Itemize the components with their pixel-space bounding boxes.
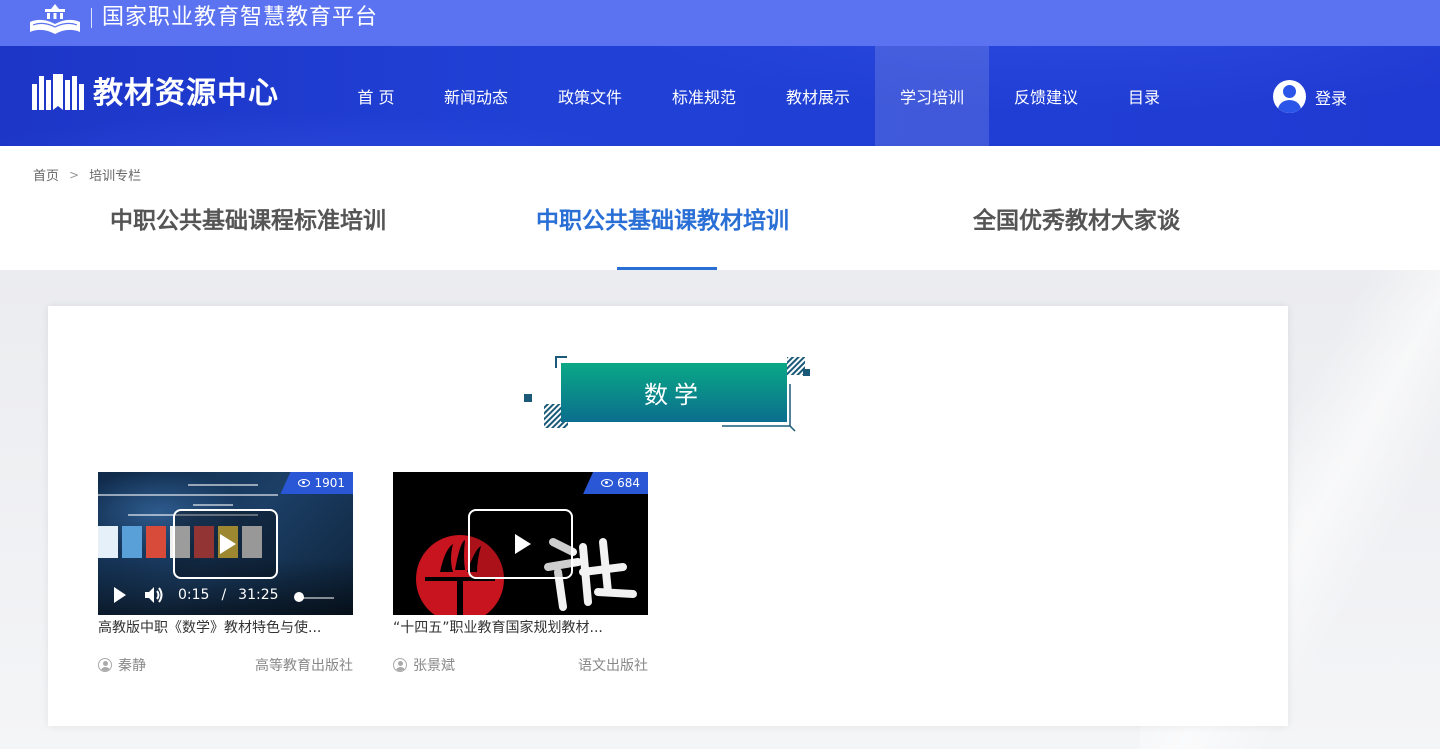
nav-item-policy[interactable]: 政策文件 (544, 46, 636, 146)
eye-icon (601, 479, 614, 487)
thumb-text-line (98, 494, 278, 496)
current-time: 0:15 (178, 587, 210, 603)
tab-excellent-textbooks[interactable]: 全国优秀教材大家谈 (973, 201, 1180, 235)
nav-item-textbooks[interactable]: 教材展示 (772, 46, 864, 146)
duration: 31:25 (238, 587, 279, 603)
book-logo-icon[interactable] (30, 70, 86, 114)
login-label: 登录 (1315, 88, 1348, 108)
breadcrumb: 首页 > 培训专栏 (33, 165, 142, 185)
play-button[interactable] (173, 509, 278, 579)
platform-bar: 国家职业教育智慧教育平台 (0, 0, 1440, 46)
platform-title: 国家职业教育智慧教育平台 (102, 5, 379, 30)
nav-item-catalog[interactable]: 目录 (1110, 46, 1178, 146)
video-author: 张景斌 (393, 655, 455, 675)
video-card: 1901 0:15 / 31:25 高教版中职《数学》教材特色与使... 秦静 … (98, 472, 353, 675)
nav-item-home[interactable]: 首 页 (340, 46, 412, 146)
video-meta: 秦静 高等教育出版社 (98, 655, 353, 675)
eye-icon (298, 479, 311, 487)
nav-item-news[interactable]: 新闻动态 (430, 46, 522, 146)
subject-title-badge: 数学 (561, 363, 787, 422)
nav-item-standards[interactable]: 标准规范 (658, 46, 750, 146)
video-publisher: 高等教育出版社 (255, 658, 353, 674)
breadcrumb-home[interactable]: 首页 (33, 165, 59, 184)
play-icon (514, 534, 531, 554)
breadcrumb-current: 培训专栏 (89, 169, 142, 184)
user-icon (393, 658, 407, 672)
view-count-badge: 1901 (280, 472, 353, 494)
view-count-badge: 684 (583, 472, 648, 494)
video-title[interactable]: “十四五”职业教育国家规划教材... (393, 619, 648, 637)
tab-textbook-training[interactable]: 中职公共基础课教材培训 (536, 201, 789, 235)
video-author: 秦静 (98, 655, 146, 675)
video-meta: 张景斌 语文出版社 (393, 655, 648, 675)
video-title[interactable]: 高教版中职《数学》教材特色与使... (98, 619, 353, 637)
author-name: 秦静 (118, 658, 146, 674)
thumb-text-line (193, 504, 233, 506)
control-play-icon[interactable] (114, 587, 126, 603)
thumb-text-line (188, 484, 258, 486)
video-card: 684 “十四五”职业教育国家规划教材... 张景斌 语文出版社 (393, 472, 648, 675)
volume-icon[interactable] (144, 586, 164, 604)
platform-divider (91, 8, 92, 28)
author-name: 张景斌 (413, 658, 455, 674)
view-count: 1901 (314, 476, 345, 490)
nav-item-feedback[interactable]: 反馈建议 (1000, 46, 1092, 146)
play-icon (219, 534, 236, 554)
play-button[interactable] (468, 509, 573, 579)
site-title[interactable]: 教材资源中心 (93, 74, 279, 114)
login-button[interactable]: 登录 (1273, 80, 1347, 113)
tabs-section: 首页 > 培训专栏 中职公共基础课程标准培训 中职公共基础课教材培训 全国优秀教… (0, 146, 1440, 270)
main-nav: 教材资源中心 首 页 新闻动态 政策文件 标准规范 教材展示 学习培训 反馈建议… (0, 46, 1440, 146)
time-separator: / (221, 587, 227, 603)
progress-knob[interactable] (294, 592, 304, 602)
user-avatar-icon (1273, 80, 1306, 113)
content-card: 数学 1901 0:15 / 31:25 高教版中职《数学》教材特色与使... … (48, 306, 1288, 726)
view-count: 684 (617, 476, 640, 490)
chevron-right-icon: > (69, 167, 80, 182)
nav-item-training[interactable]: 学习培训 (875, 46, 989, 146)
video-publisher: 语文出版社 (578, 658, 648, 674)
tab-curriculum-standards[interactable]: 中职公共基础课程标准培训 (110, 201, 386, 235)
user-icon (98, 658, 112, 672)
video-player[interactable]: 1901 0:15 / 31:25 (98, 472, 353, 615)
video-player[interactable]: 684 (393, 472, 648, 615)
video-controls: 0:15 / 31:25 (98, 575, 353, 615)
platform-logo-icon (30, 4, 80, 34)
